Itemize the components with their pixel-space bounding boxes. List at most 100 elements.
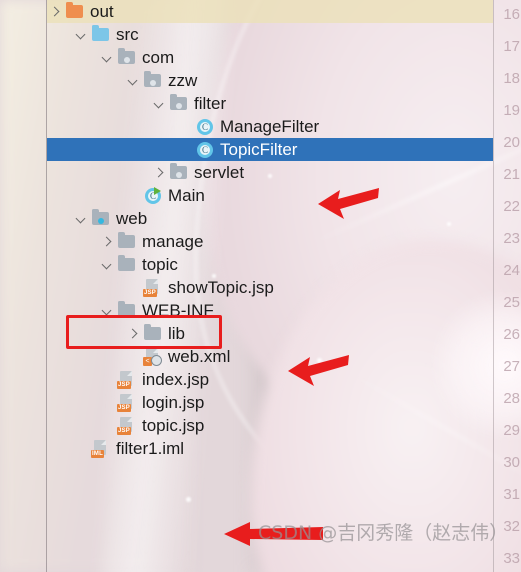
java-class-icon: C	[195, 118, 215, 135]
tree-row-label: zzw	[168, 70, 198, 90]
line-number: 20	[503, 134, 520, 151]
java-class-icon: C	[195, 141, 215, 158]
annotation-arrow-topicfilter	[318, 188, 379, 219]
line-number: 18	[503, 70, 520, 87]
line-number: 16	[503, 6, 520, 23]
folder-icon	[117, 255, 137, 273]
java-main-class-icon: C	[143, 187, 163, 204]
tree-row-label: ManageFilter	[220, 116, 320, 136]
tree-row-web-xml[interactable]: < web.xml	[47, 345, 493, 368]
tree-row-label: filter	[194, 93, 227, 113]
tree-row-label: login.jsp	[142, 392, 205, 412]
chevron-down-icon[interactable]	[151, 95, 168, 112]
tree-row-out[interactable]: out	[47, 0, 493, 23]
chevron-down-icon[interactable]	[99, 302, 116, 319]
chevron-down-icon[interactable]	[125, 72, 142, 89]
tree-row-web-inf[interactable]: WEB-INF	[47, 299, 493, 322]
folder-icon	[65, 2, 85, 20]
tree-row-label: topic	[142, 254, 178, 274]
project-tool-window: Bookmarks outsrccom zzw filter C ManageFilte…	[0, 0, 521, 572]
chevron-right-icon[interactable]	[99, 233, 116, 250]
tree-row-src[interactable]: src	[47, 23, 493, 46]
tree-row-filter[interactable]: filter	[47, 92, 493, 115]
tree-row-label: TopicFilter	[220, 139, 298, 159]
package-folder-icon	[117, 48, 137, 66]
tree-row-lib[interactable]: lib	[47, 322, 493, 345]
line-number: 29	[503, 422, 520, 439]
tree-row-label: servlet	[194, 162, 245, 182]
tree-row-label: manage	[142, 231, 204, 251]
annotation-arrow-showtopic	[288, 355, 349, 386]
tree-row-com[interactable]: com	[47, 46, 493, 69]
tree-row-topicfilter[interactable]: C TopicFilter	[47, 138, 493, 161]
jsp-file-icon: JSP	[143, 279, 163, 297]
source-folder-icon	[91, 25, 111, 43]
line-number: 28	[503, 390, 520, 407]
tree-row-login-jsp[interactable]: JSP login.jsp	[47, 391, 493, 414]
chevron-down-icon[interactable]	[73, 210, 90, 227]
tree-row-label: filter1.iml	[116, 438, 185, 458]
tree-row-managefilter[interactable]: C ManageFilter	[47, 115, 493, 138]
line-number: 31	[503, 486, 520, 503]
chevron-down-icon[interactable]	[99, 49, 116, 66]
line-number: 17	[503, 38, 520, 55]
line-number: 33	[503, 550, 520, 567]
chevron-down-icon[interactable]	[99, 256, 116, 273]
xml-file-icon: <	[143, 348, 163, 366]
line-number: 24	[503, 262, 520, 279]
tree-row-label: WEB-INF	[142, 300, 214, 320]
tree-row-label: lib	[168, 323, 186, 343]
tree-row-label: out	[90, 1, 114, 21]
tree-row-servlet[interactable]: servlet	[47, 161, 493, 184]
line-number: 27	[503, 358, 520, 375]
line-number: 26	[503, 326, 520, 343]
tree-row-label: src	[116, 24, 139, 44]
package-folder-icon	[169, 94, 189, 112]
tree-row-label: topic.jsp	[142, 415, 205, 435]
chevron-right-icon[interactable]	[151, 164, 168, 181]
line-number: 30	[503, 454, 520, 471]
csdn-watermark: CSDN @吉冈秀隆（赵志伟）	[258, 522, 509, 544]
file-tree[interactable]: out src com zzw filter C ManageFilter C TopicFil…	[47, 0, 521, 572]
folder-icon	[143, 324, 163, 342]
tree-row-index-jsp[interactable]: JSP index.jsp	[47, 368, 493, 391]
jsp-file-icon: JSP	[117, 371, 137, 389]
package-folder-icon	[169, 163, 189, 181]
chevron-down-icon[interactable]	[73, 26, 90, 43]
tree-row-label: showTopic.jsp	[168, 277, 274, 297]
tree-row-topic-jsp[interactable]: JSP topic.jsp	[47, 414, 493, 437]
chevron-right-icon[interactable]	[125, 325, 142, 342]
tree-row-label: index.jsp	[142, 369, 210, 389]
tree-row-filter1-iml[interactable]: IML filter1.iml	[47, 437, 493, 460]
tree-row-zzw[interactable]: zzw	[47, 69, 493, 92]
tree-row-label: com	[142, 47, 175, 67]
line-strip-divider	[493, 0, 494, 572]
tree-row-showtopic-jsp[interactable]: JSP showTopic.jsp	[47, 276, 493, 299]
folder-icon	[117, 232, 137, 250]
tree-row-main[interactable]: C Main	[47, 184, 493, 207]
jsp-file-icon: JSP	[117, 417, 137, 435]
chevron-right-icon[interactable]	[47, 3, 64, 20]
web-folder-icon	[91, 209, 111, 227]
line-number: 23	[503, 230, 520, 247]
tree-row-label: web.xml	[168, 346, 231, 366]
line-number: 21	[503, 166, 520, 183]
tree-row-manage[interactable]: manage	[47, 230, 493, 253]
left-gutter: Bookmarks	[0, 0, 47, 572]
line-number: 25	[503, 294, 520, 311]
tree-row-topic[interactable]: topic	[47, 253, 493, 276]
line-number: 22	[503, 198, 520, 215]
iml-file-icon: IML	[91, 440, 111, 458]
tree-row-web[interactable]: web	[47, 207, 493, 230]
tree-row-label: Main	[168, 185, 205, 205]
editor-line-number-strip: 16 17 18 19 20 21 22 23 24 25 26 27 28 29 30 31 32 33	[493, 0, 521, 572]
